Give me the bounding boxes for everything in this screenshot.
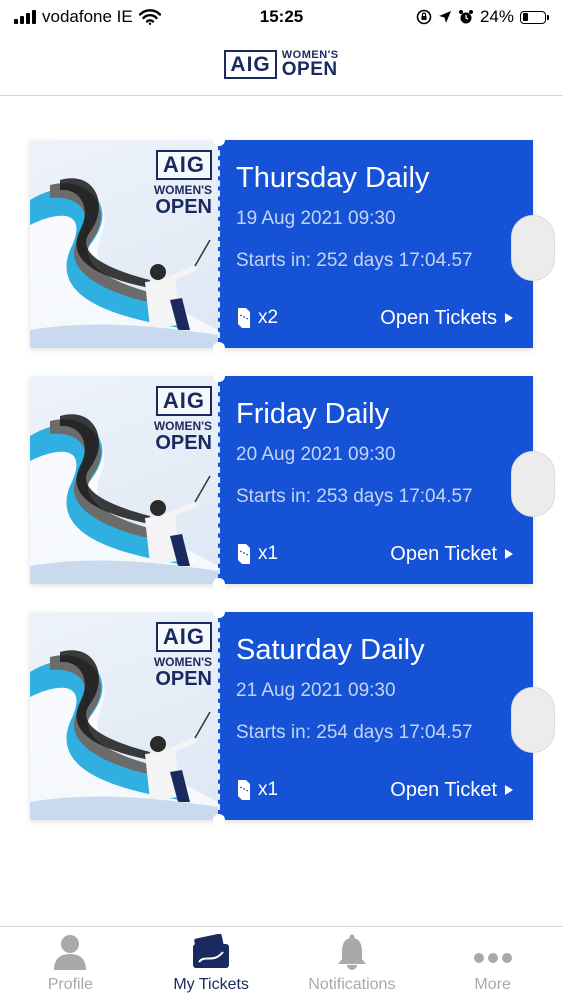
location-arrow-icon (438, 11, 451, 23)
ticket-date: 20 Aug 2021 09:30 (236, 444, 396, 465)
battery-icon (520, 10, 549, 24)
ticket-icon (238, 308, 250, 328)
ticket-countdown: Starts in: 254 days 17:04.57 (236, 722, 473, 743)
alarm-icon (458, 10, 473, 24)
logo-aig: AIG (224, 50, 277, 79)
ticket-details: Friday Daily 20 Aug 2021 09:30 Starts in… (213, 370, 555, 590)
tab-my-tickets[interactable]: My Tickets (141, 927, 282, 1000)
ticket-card[interactable]: AIG WOMEN'S OPEN Friday Daily 20 Aug 202… (30, 370, 555, 590)
open-ticket-label: Open Ticket (390, 542, 497, 565)
open-ticket-label: Open Ticket (390, 778, 497, 801)
tab-more[interactable]: More (422, 927, 563, 1000)
ticket-artwork: AIG WOMEN'S OPEN (30, 376, 218, 584)
tab-bar: Profile My Tickets Notifications More (0, 926, 563, 1000)
bell-icon (337, 934, 366, 970)
aig-womens-open-logo: AIG WOMEN'S OPEN (224, 50, 338, 79)
cellular-signal-icon (14, 10, 36, 24)
ticket-card[interactable]: AIG WOMEN'S OPEN Thursday Daily 19 Aug 2… (30, 134, 555, 354)
ticket-quantity-value: x2 (258, 307, 279, 328)
tab-profile-label: Profile (47, 976, 94, 993)
ticket-icon (238, 780, 250, 800)
status-bar: vodafone IE 15:25 24% (0, 0, 563, 34)
open-tickets-label: Open Tickets (380, 306, 497, 329)
play-arrow-icon (505, 549, 513, 559)
open-ticket-button[interactable]: Open Ticket (390, 779, 513, 802)
ticket-quantity: x1 (236, 778, 278, 802)
ticket-title: Thursday Daily (236, 162, 430, 194)
ticket-date: 21 Aug 2021 09:30 (236, 680, 396, 701)
ticket-logo: AIG WOMEN'S OPEN (153, 622, 212, 690)
app-header: AIG WOMEN'S OPEN (0, 34, 563, 96)
ticket-countdown: Starts in: 253 days 17:04.57 (236, 486, 473, 507)
tab-profile[interactable]: Profile (0, 927, 141, 1000)
ticket-side-notch (511, 451, 555, 517)
ticket-date: 19 Aug 2021 09:30 (236, 208, 396, 229)
open-ticket-button[interactable]: Open Ticket (390, 543, 513, 566)
battery-percent: 24% (479, 7, 514, 26)
status-right: 24% (416, 7, 549, 27)
ticket-logo: AIG WOMEN'S OPEN (153, 386, 212, 454)
person-icon (54, 935, 87, 970)
orientation-lock-icon (416, 9, 432, 25)
ticket-list: AIG WOMEN'S OPEN Thursday Daily 19 Aug 2… (30, 134, 555, 848)
open-tickets-button[interactable]: Open Tickets (380, 307, 513, 330)
carrier-name: vodafone IE (42, 7, 133, 26)
play-arrow-icon (505, 785, 513, 795)
tickets-icon (193, 934, 230, 968)
ticket-quantity: x2 (236, 306, 278, 330)
ticket-quantity: x1 (236, 542, 278, 566)
ticket-quantity-value: x1 (258, 543, 279, 564)
ticket-side-notch (511, 215, 555, 281)
ticket-card[interactable]: AIG WOMEN'S OPEN Saturday Daily 21 Aug 2… (30, 606, 555, 826)
ticket-title: Friday Daily (236, 398, 390, 430)
ticket-quantity-value: x1 (258, 779, 279, 800)
status-left: vodafone IE (14, 7, 161, 27)
ticket-details: Thursday Daily 19 Aug 2021 09:30 Starts … (213, 134, 555, 354)
ticket-logo: AIG WOMEN'S OPEN (153, 150, 212, 218)
ticket-details: Saturday Daily 21 Aug 2021 09:30 Starts … (213, 606, 555, 826)
play-arrow-icon (505, 313, 513, 323)
ticket-icon (238, 544, 250, 564)
tab-notifications-label: Notifications (308, 976, 396, 993)
tab-more-label: More (474, 976, 511, 993)
tab-notifications[interactable]: Notifications (282, 927, 423, 1000)
ticket-artwork: AIG WOMEN'S OPEN (30, 140, 218, 348)
ticket-countdown: Starts in: 252 days 17:04.57 (236, 250, 473, 271)
more-dots-icon (473, 953, 512, 963)
wifi-icon (138, 9, 161, 25)
ticket-side-notch (511, 687, 555, 753)
ticket-artwork: AIG WOMEN'S OPEN (30, 612, 218, 820)
tab-my-tickets-label: My Tickets (173, 976, 249, 993)
ticket-title: Saturday Daily (236, 634, 425, 666)
logo-line2: OPEN (281, 58, 338, 80)
